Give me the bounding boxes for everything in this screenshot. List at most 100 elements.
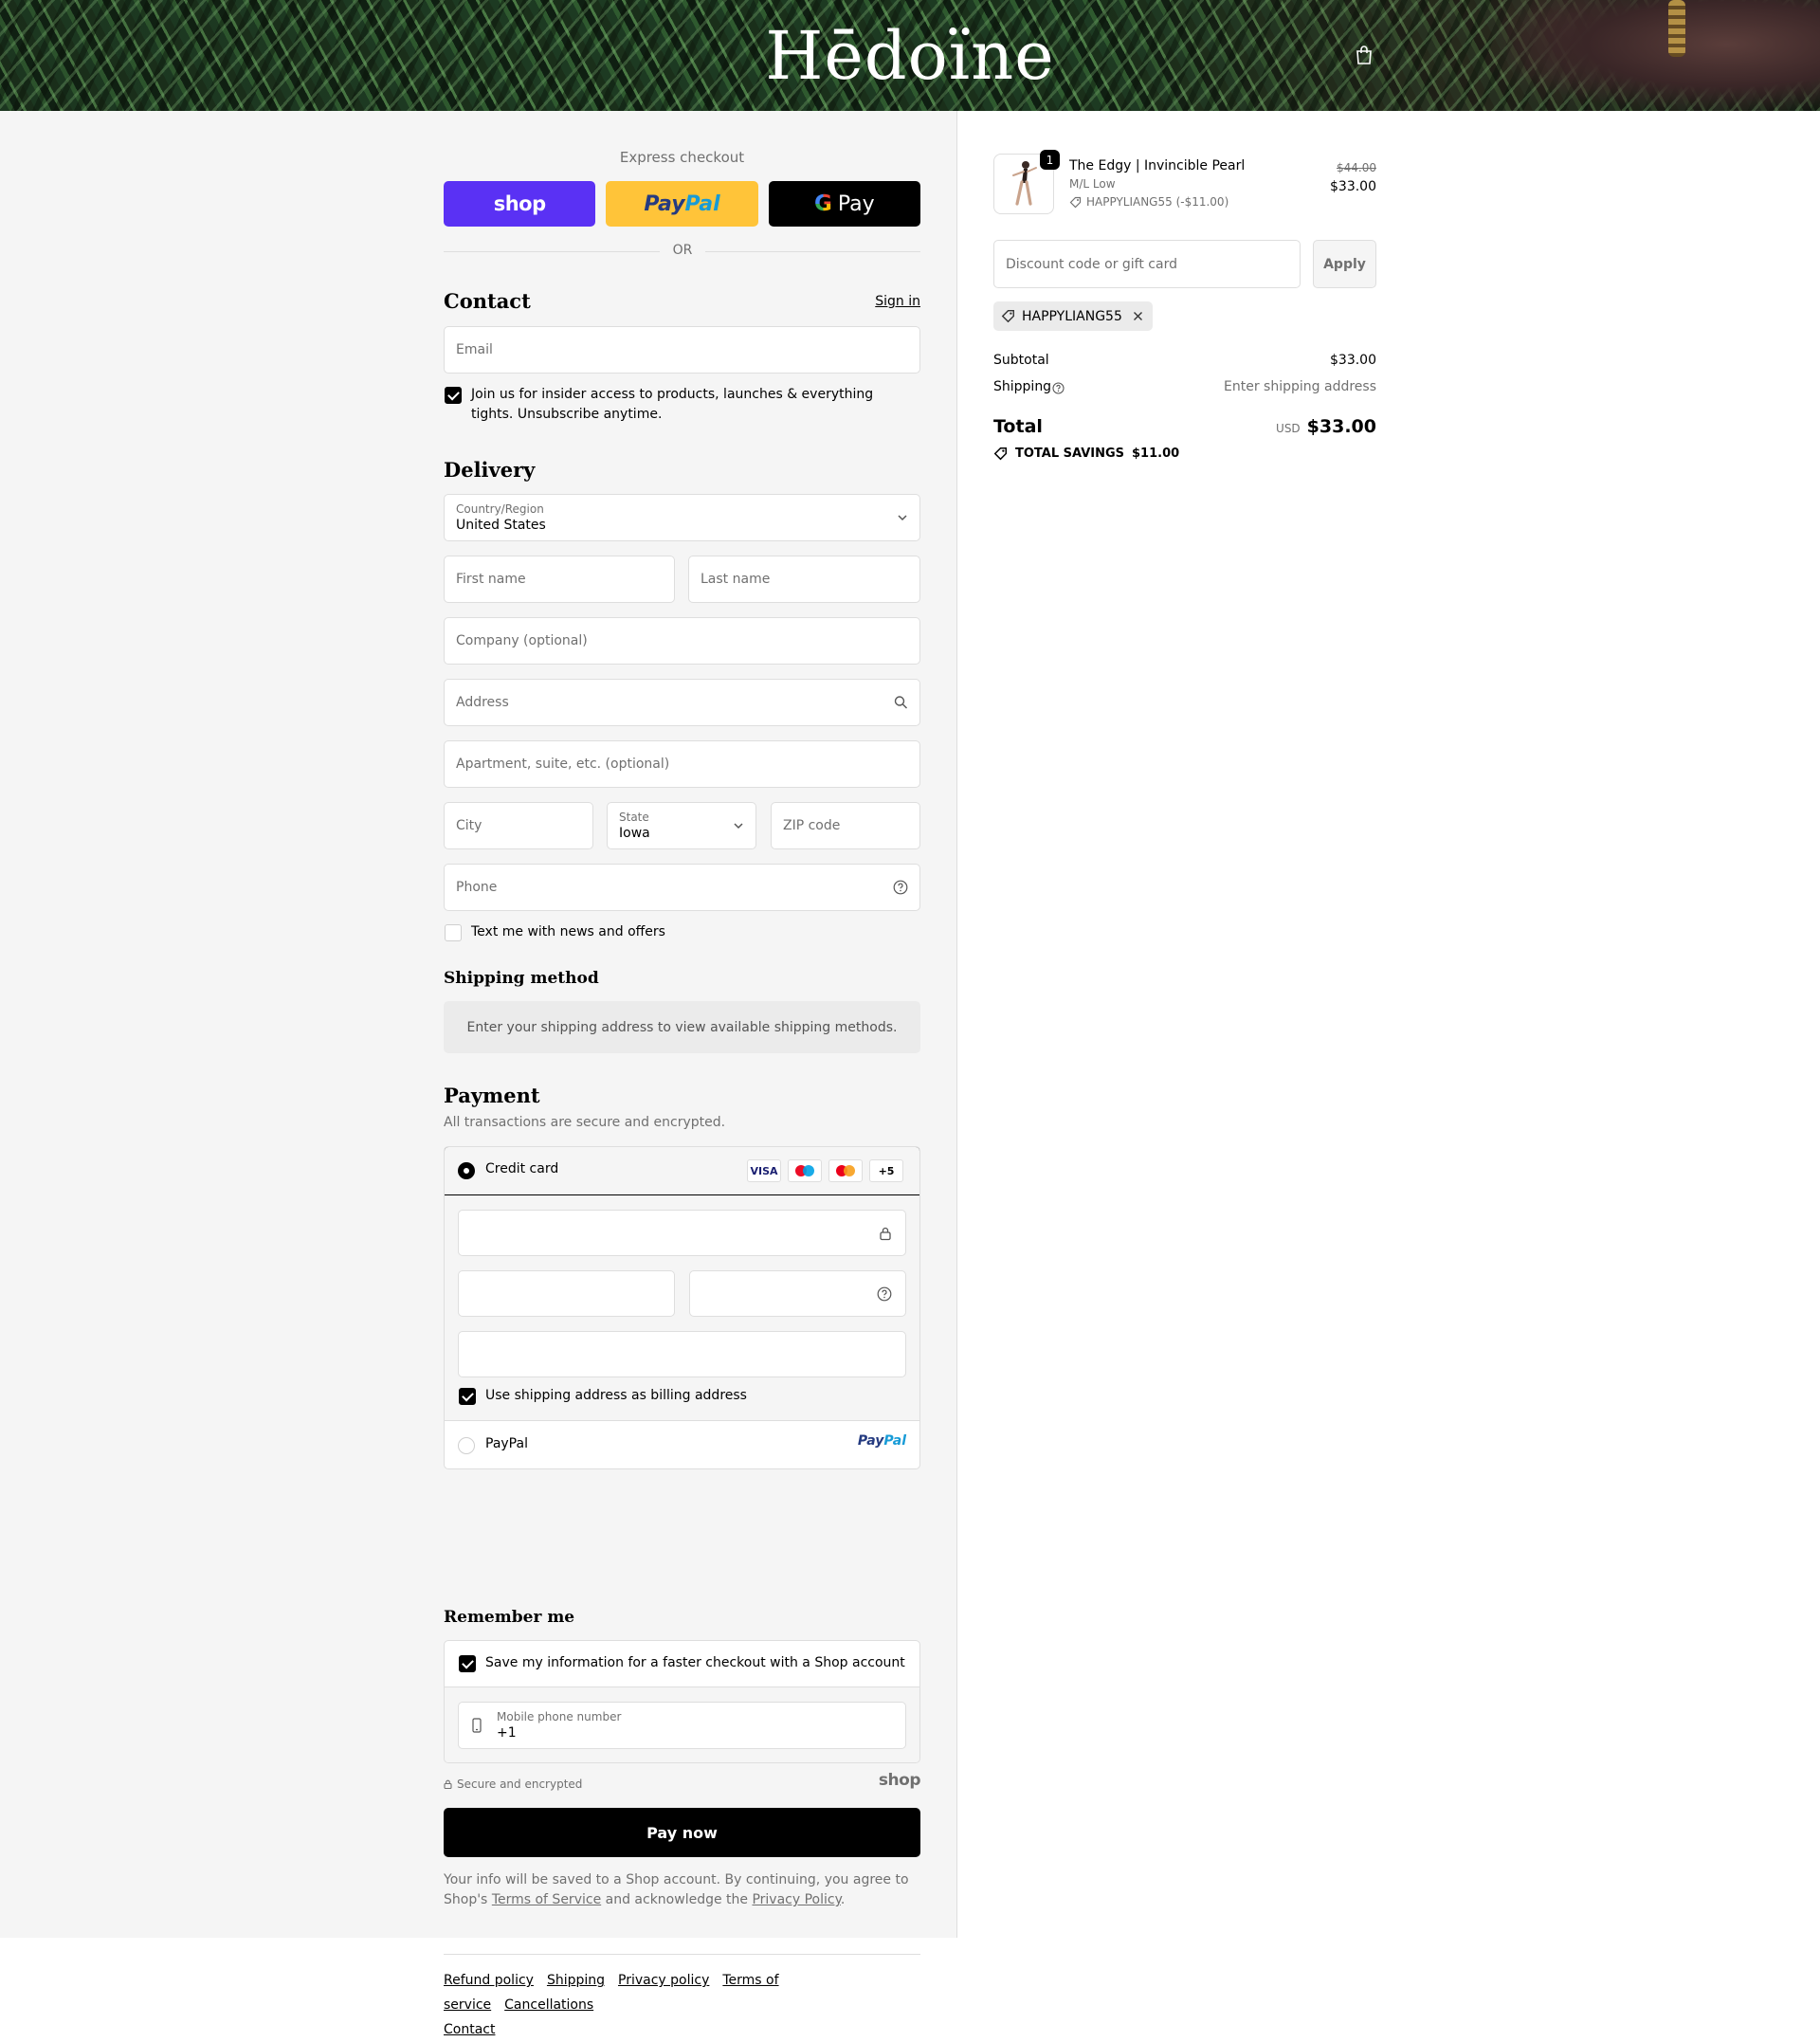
city-placeholder: City xyxy=(456,818,482,833)
name-on-card-field[interactable] xyxy=(458,1331,906,1377)
credit-card-label: Credit card xyxy=(485,1161,559,1176)
apartment-placeholder: Apartment, suite, etc. (optional) xyxy=(456,757,670,772)
paypal-option-label: PayPal xyxy=(485,1436,528,1451)
expiration-date-field[interactable] xyxy=(458,1270,675,1317)
zip-placeholder: ZIP code xyxy=(783,818,841,833)
product-price: $33.00 xyxy=(1330,179,1376,194)
legal-text-post: . xyxy=(840,1892,846,1907)
paypal-logo-pal: Pal xyxy=(883,1433,906,1449)
sign-in-link[interactable]: Sign in xyxy=(875,294,920,309)
mobile-phone-field[interactable]: Mobile phone number +1 xyxy=(458,1702,906,1749)
header-banner: Hēdoïne xyxy=(0,0,1820,111)
more-cards-badge: +5 xyxy=(869,1159,903,1182)
zip-field[interactable]: ZIP code xyxy=(771,802,920,849)
marketing-checkbox[interactable] xyxy=(445,387,462,404)
chevron-down-icon xyxy=(898,515,907,521)
security-code-field[interactable] xyxy=(689,1270,906,1317)
currency-code: USD xyxy=(1276,422,1301,435)
legal-text-mid: and acknowledge the xyxy=(601,1892,753,1907)
subtotal-value: $33.00 xyxy=(1330,353,1376,368)
paypal-logo: PayPal xyxy=(858,1433,906,1449)
billing-address-checkbox[interactable] xyxy=(459,1388,476,1405)
shop-pay-button[interactable]: shop xyxy=(444,181,596,227)
maestro-icon xyxy=(788,1159,822,1182)
country-select[interactable]: Country/Region United States xyxy=(444,494,920,541)
tag-icon xyxy=(1001,310,1014,323)
footer-link-contact[interactable]: Contact xyxy=(444,2022,495,2037)
secure-label: Secure and encrypted xyxy=(457,1778,583,1791)
shopping-bag-icon[interactable] xyxy=(1355,45,1374,65)
discount-code-placeholder: Discount code or gift card xyxy=(1006,256,1177,272)
company-field[interactable]: Company (optional) xyxy=(444,617,920,665)
quantity-badge: 1 xyxy=(1040,150,1060,170)
footer-divider xyxy=(444,1954,920,1955)
payment-methods: Credit card VISA +5 Use shipping address… xyxy=(444,1146,920,1469)
payment-subtitle: All transactions are secure and encrypte… xyxy=(444,1115,726,1130)
terms-of-service-link[interactable]: Terms of Service xyxy=(492,1892,601,1907)
marketing-label: Join us for insider access to products, … xyxy=(471,387,874,422)
last-name-field[interactable]: Last name xyxy=(688,556,920,603)
state-label: State xyxy=(619,810,649,824)
subtotal-row: Subtotal $33.00 xyxy=(993,353,1376,368)
discount-code-input[interactable]: Discount code or gift card xyxy=(993,240,1301,288)
apartment-field[interactable]: Apartment, suite, etc. (optional) xyxy=(444,740,920,788)
shipping-row: Shipping Enter shipping address xyxy=(993,379,1376,394)
paypal-radio[interactable] xyxy=(458,1437,475,1454)
email-placeholder: Email xyxy=(456,342,493,357)
total-savings-value: $11.00 xyxy=(1132,447,1180,461)
express-checkout-buttons: shop Pay Pal G Pay xyxy=(444,181,920,227)
paypal-button[interactable]: Pay Pal xyxy=(606,181,758,227)
paypal-label-pay: Pay xyxy=(644,191,685,216)
save-info-checkbox[interactable] xyxy=(459,1655,476,1672)
footer-link-cancellations[interactable]: Cancellations xyxy=(504,1997,593,2013)
remember-me-box: Save my information for a faster checkou… xyxy=(444,1640,920,1763)
credit-card-option[interactable]: Credit card VISA +5 xyxy=(445,1147,919,1195)
help-circle-icon[interactable] xyxy=(1052,382,1065,394)
privacy-policy-link[interactable]: Privacy Policy xyxy=(752,1892,840,1907)
google-pay-button[interactable]: G Pay xyxy=(768,181,920,227)
pay-now-button[interactable]: Pay now xyxy=(444,1808,920,1857)
footer-link-shipping[interactable]: Shipping xyxy=(547,1973,605,1988)
help-circle-icon[interactable] xyxy=(877,1286,892,1302)
address-placeholder: Address xyxy=(456,695,509,710)
express-checkout-title: Express checkout xyxy=(619,149,745,166)
or-label: OR xyxy=(672,243,693,258)
mobile-phone-value: +1 xyxy=(497,1724,517,1741)
state-select[interactable]: State Iowa xyxy=(607,802,756,849)
card-number-field[interactable] xyxy=(458,1210,906,1256)
address-field[interactable]: Address xyxy=(444,679,920,726)
last-name-placeholder: Last name xyxy=(701,572,771,587)
shipping-method-heading: Shipping method xyxy=(444,969,599,988)
billing-address-label: Use shipping address as billing address xyxy=(485,1388,747,1403)
city-field[interactable]: City xyxy=(444,802,593,849)
product-discount: HAPPYLIANG55 (-$11.00) xyxy=(1069,195,1228,209)
phone-field[interactable]: Phone xyxy=(444,864,920,911)
contact-heading: Contact xyxy=(444,289,531,313)
product-discount-label: HAPPYLIANG55 (-$11.00) xyxy=(1086,195,1229,209)
mobile-phone-label: Mobile phone number xyxy=(497,1709,622,1723)
lock-icon xyxy=(880,1227,891,1241)
sms-label: Text me with news and offers xyxy=(471,924,665,939)
shipping-label: Shipping xyxy=(993,379,1052,394)
country-label: Country/Region xyxy=(456,501,544,516)
first-name-placeholder: First name xyxy=(456,572,526,587)
help-circle-icon[interactable] xyxy=(893,880,908,895)
shop-pay-label: shop xyxy=(493,192,546,215)
footer-link-refund-policy[interactable]: Refund policy xyxy=(444,1973,534,1988)
apply-discount-button[interactable]: Apply xyxy=(1313,240,1376,288)
total-savings-label: TOTAL SAVINGS xyxy=(1015,447,1125,461)
visa-icon: VISA xyxy=(747,1159,781,1182)
mobile-phone-section: Mobile phone number +1 xyxy=(445,1686,919,1762)
first-name-field[interactable]: First name xyxy=(444,556,675,603)
product-variant: M/L Low xyxy=(1069,177,1116,191)
phone-placeholder: Phone xyxy=(456,880,498,895)
sms-checkbox[interactable] xyxy=(445,924,462,941)
company-placeholder: Company (optional) xyxy=(456,633,588,648)
credit-card-radio[interactable] xyxy=(458,1162,475,1179)
remove-discount-icon[interactable] xyxy=(1133,311,1143,321)
footer-link-privacy-policy[interactable]: Privacy policy xyxy=(618,1973,709,1988)
email-field[interactable]: Email xyxy=(444,326,920,374)
paypal-option[interactable]: PayPal PayPal xyxy=(445,1422,919,1468)
subtotal-label: Subtotal xyxy=(993,353,1049,368)
brand-logo[interactable]: Hēdoïne xyxy=(0,17,1820,95)
